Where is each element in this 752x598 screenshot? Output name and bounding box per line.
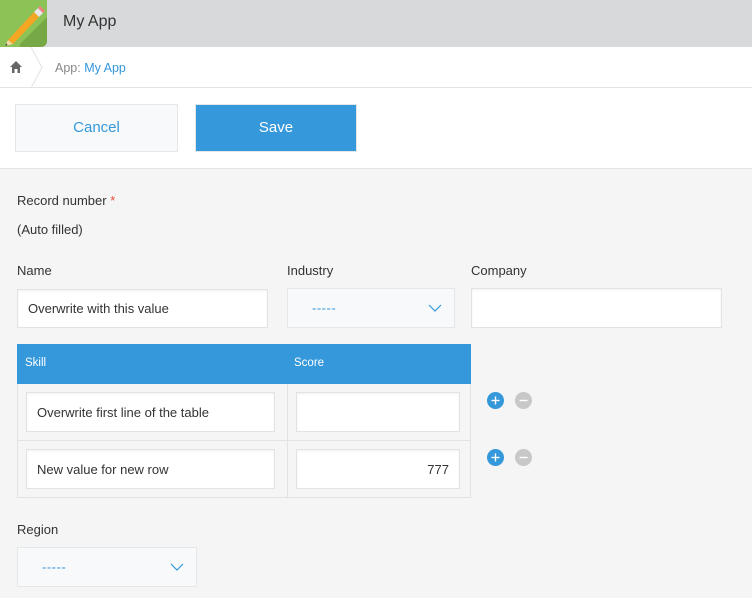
home-icon <box>10 61 22 73</box>
skill-input[interactable]: Overwrite first line of the table <box>26 392 275 432</box>
company-input[interactable] <box>471 288 722 328</box>
required-mark: * <box>110 193 116 208</box>
region-selected-value: ----- <box>42 559 67 575</box>
industry-selected-value: ----- <box>312 300 337 316</box>
industry-label: Industry <box>287 263 334 278</box>
region-select[interactable]: ----- <box>17 547 197 587</box>
app-title: My App <box>63 13 117 30</box>
score-input[interactable] <box>296 392 460 432</box>
column-header-skill: Skill <box>25 357 47 369</box>
industry-select[interactable]: ----- <box>287 288 455 328</box>
breadcrumb-separator <box>30 47 43 88</box>
name-input[interactable]: Overwrite with this value <box>17 289 268 328</box>
save-button[interactable]: Save <box>195 104 357 152</box>
column-header-score: Score <box>294 357 325 369</box>
plus-icon <box>491 453 500 462</box>
name-label: Name <box>17 263 52 278</box>
pencil-icon <box>0 0 47 47</box>
add-row-button[interactable] <box>487 449 504 466</box>
table-header: Skill Score <box>17 344 471 384</box>
company-label: Company <box>471 263 527 278</box>
breadcrumb: App: My App <box>0 47 752 88</box>
breadcrumb-prefix: App: <box>55 61 85 75</box>
cancel-button[interactable]: Cancel <box>15 104 178 152</box>
region-label: Region <box>17 522 59 537</box>
add-row-button[interactable] <box>487 392 504 409</box>
minus-icon <box>519 456 528 459</box>
breadcrumb-item: App: My App <box>55 61 126 75</box>
chevron-down-icon <box>428 304 442 312</box>
score-input[interactable]: 777 <box>296 449 460 489</box>
plus-icon <box>491 396 500 405</box>
app-header: My App <box>0 0 752 47</box>
remove-row-button[interactable] <box>515 392 532 409</box>
skill-input[interactable]: New value for new row <box>26 449 275 489</box>
table-row: New value for new row 777 <box>17 441 471 498</box>
record-number-label: Record number * <box>17 193 116 208</box>
record-number-value: (Auto filled) <box>17 222 83 237</box>
minus-icon <box>519 399 528 402</box>
table-row: Overwrite first line of the table <box>17 384 471 441</box>
breadcrumb-link-my-app[interactable]: My App <box>84 61 126 75</box>
skill-table: Skill Score Overwrite first line of the … <box>17 344 471 498</box>
remove-row-button[interactable] <box>515 449 532 466</box>
chevron-down-icon <box>170 563 184 571</box>
toolbar: Cancel Save <box>0 88 752 169</box>
